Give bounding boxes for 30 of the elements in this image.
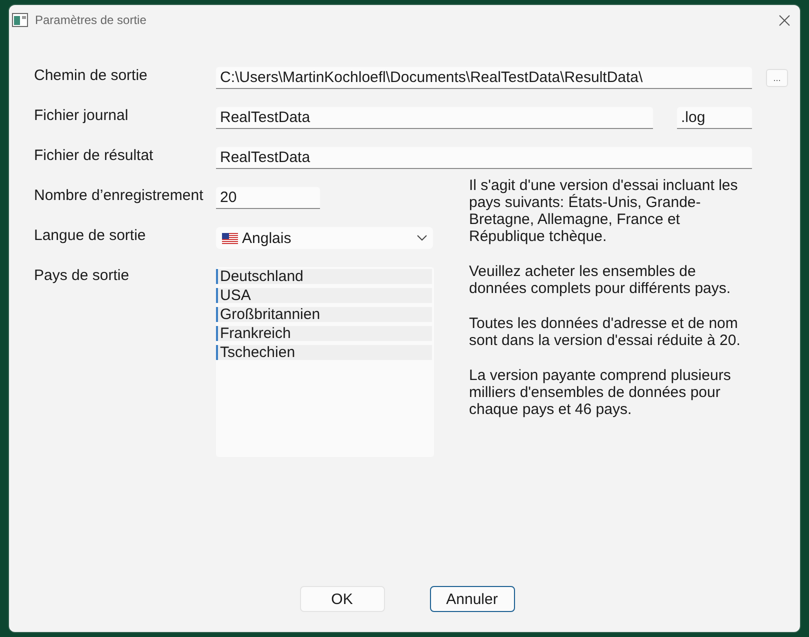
field-label: Langue de sortie (34, 226, 147, 244)
window-title: Paramètres de sortie (35, 13, 148, 27)
ok-button[interactable]: OK (300, 586, 384, 612)
field-label: Fichier journal (34, 106, 130, 124)
browse-button[interactable]: ... (766, 69, 788, 87)
list-item[interactable]: Tschechien (216, 345, 432, 360)
input-field[interactable]: C:\Users\MartinKochloefl\Documents\RealTestData\ResultData\ (216, 67, 752, 89)
field-label: Pays de sortie (34, 267, 130, 284)
input-field[interactable]: 20 (216, 187, 320, 209)
field-label: Fichier de résultat (34, 146, 154, 164)
input-field[interactable]: RealTestData (216, 107, 653, 129)
flag-icon (222, 232, 238, 244)
info-paragraph: Toutes les données d'adresse et de nom sont dans la version d'essai réduite à 20. (469, 315, 742, 349)
input-field[interactable]: RealTestData (216, 147, 752, 169)
info-paragraph: La version payante comprend plusieurs milliers d'ensembles de données pour chaque pays et 46 pays. (469, 367, 732, 418)
app-icon (12, 13, 28, 27)
list-item[interactable]: USA (216, 288, 432, 303)
field-label: Nombre d’enregistrement (34, 186, 204, 204)
input-field[interactable]: .log (677, 107, 752, 129)
list-item[interactable]: Großbritannien (216, 307, 432, 322)
close-icon[interactable] (779, 14, 790, 26)
list-item[interactable]: Deutschland (216, 269, 432, 284)
info-paragraph: Veuillez acheter les ensembles de données complets pour différents pays. (469, 263, 732, 297)
field-label: Chemin de sortie (34, 66, 148, 84)
info-paragraph: Il s'agit d'une version d'essai incluant les pays suivants: États-Unis, Grande-Bretagne, Allemagne, France et République tchèque. (469, 177, 739, 245)
country-list[interactable]: Deutschland USA Großbritannien Frankreich Tschechien (216, 267, 434, 457)
list-item[interactable]: Frankreich (216, 326, 432, 341)
chevron-down-icon (417, 235, 427, 241)
cancel-button[interactable]: Annuler (430, 586, 514, 612)
language-dropdown[interactable]: Anglais (216, 227, 433, 249)
